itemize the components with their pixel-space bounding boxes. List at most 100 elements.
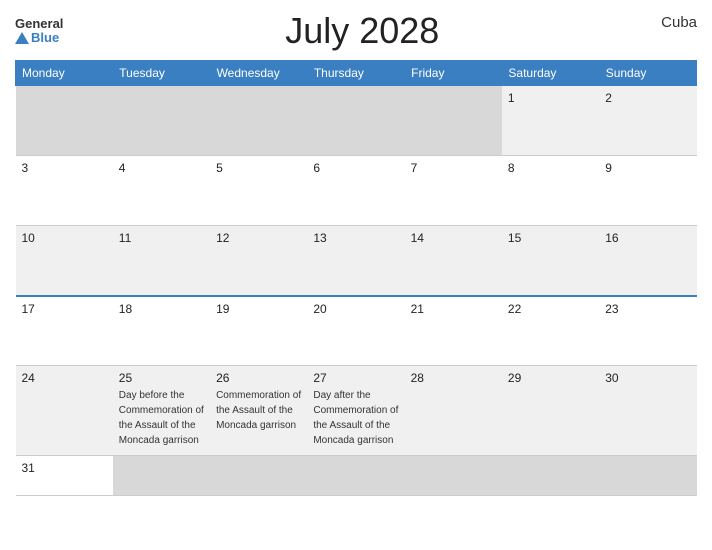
logo: General Blue bbox=[15, 17, 63, 46]
event-text: Day after the Commemoration of the Assau… bbox=[313, 390, 398, 446]
header-wednesday: Wednesday bbox=[210, 61, 307, 86]
header-saturday: Saturday bbox=[502, 61, 599, 86]
day-number: 3 bbox=[22, 161, 107, 175]
day-cell bbox=[113, 456, 210, 496]
day-cell-12: 12 bbox=[210, 226, 307, 296]
day-cell-27: 27 Day after the Commemoration of the As… bbox=[307, 366, 404, 456]
day-number: 28 bbox=[411, 371, 496, 385]
day-cell-11: 11 bbox=[113, 226, 210, 296]
day-cell-1: 1 bbox=[502, 86, 599, 156]
header-monday: Monday bbox=[16, 61, 113, 86]
day-cell-19: 19 bbox=[210, 296, 307, 366]
logo-triangle-icon bbox=[15, 32, 29, 44]
day-number: 29 bbox=[508, 371, 593, 385]
week-row-4: 17 18 19 20 21 22 23 bbox=[16, 296, 697, 366]
day-number: 31 bbox=[22, 461, 107, 475]
event-text: Commemoration of the Assault of the Monc… bbox=[216, 390, 301, 431]
day-cell bbox=[405, 456, 502, 496]
day-cell bbox=[405, 86, 502, 156]
week-row-5: 24 25 Day before the Commemoration of th… bbox=[16, 366, 697, 456]
day-number: 22 bbox=[508, 302, 593, 316]
day-cell-26: 26 Commemoration of the Assault of the M… bbox=[210, 366, 307, 456]
day-number: 9 bbox=[605, 161, 690, 175]
day-number: 8 bbox=[508, 161, 593, 175]
day-cell-20: 20 bbox=[307, 296, 404, 366]
day-cell bbox=[210, 86, 307, 156]
week-row-2: 3 4 5 6 7 8 9 bbox=[16, 156, 697, 226]
day-number: 13 bbox=[313, 231, 398, 245]
event-text: Day before the Commemoration of the Assa… bbox=[119, 390, 204, 446]
day-number: 2 bbox=[605, 91, 690, 105]
day-number: 26 bbox=[216, 371, 301, 385]
week-row-3: 10 11 12 13 14 15 16 bbox=[16, 226, 697, 296]
day-cell bbox=[307, 456, 404, 496]
day-number: 30 bbox=[605, 371, 690, 385]
day-cell-13: 13 bbox=[307, 226, 404, 296]
day-cell bbox=[16, 86, 113, 156]
calendar-body: 1 2 3 4 5 6 7 8 9 10 11 12 13 14 15 16 bbox=[16, 86, 697, 496]
day-cell-8: 8 bbox=[502, 156, 599, 226]
day-cell-25: 25 Day before the Commemoration of the A… bbox=[113, 366, 210, 456]
day-cell-30: 30 bbox=[599, 366, 696, 456]
day-cell-14: 14 bbox=[405, 226, 502, 296]
day-cell-15: 15 bbox=[502, 226, 599, 296]
logo-blue-text: Blue bbox=[15, 31, 59, 45]
day-number: 5 bbox=[216, 161, 301, 175]
day-cell-28: 28 bbox=[405, 366, 502, 456]
day-number: 27 bbox=[313, 371, 398, 385]
day-number: 12 bbox=[216, 231, 301, 245]
weekday-header-row: Monday Tuesday Wednesday Thursday Friday… bbox=[16, 61, 697, 86]
day-number: 10 bbox=[22, 231, 107, 245]
day-cell-9: 9 bbox=[599, 156, 696, 226]
day-cell-31: 31 bbox=[16, 456, 113, 496]
day-number: 14 bbox=[411, 231, 496, 245]
day-number: 23 bbox=[605, 302, 690, 316]
week-row-1: 1 2 bbox=[16, 86, 697, 156]
day-number: 15 bbox=[508, 231, 593, 245]
day-number: 17 bbox=[22, 302, 107, 316]
day-number: 25 bbox=[119, 371, 204, 385]
day-cell-29: 29 bbox=[502, 366, 599, 456]
week-row-6: 31 bbox=[16, 456, 697, 496]
day-cell-18: 18 bbox=[113, 296, 210, 366]
day-cell-6: 6 bbox=[307, 156, 404, 226]
day-number: 18 bbox=[119, 302, 204, 316]
day-number: 16 bbox=[605, 231, 690, 245]
day-cell-5: 5 bbox=[210, 156, 307, 226]
day-number: 20 bbox=[313, 302, 398, 316]
month-title: July 2028 bbox=[63, 10, 661, 52]
page: General Blue July 2028 Cuba Monday Tuesd… bbox=[0, 0, 712, 550]
day-number: 1 bbox=[508, 91, 593, 105]
day-cell bbox=[113, 86, 210, 156]
header-tuesday: Tuesday bbox=[113, 61, 210, 86]
day-number: 7 bbox=[411, 161, 496, 175]
day-cell-21: 21 bbox=[405, 296, 502, 366]
day-cell-10: 10 bbox=[16, 226, 113, 296]
header: General Blue July 2028 Cuba bbox=[15, 10, 697, 52]
day-number: 19 bbox=[216, 302, 301, 316]
day-cell-2: 2 bbox=[599, 86, 696, 156]
day-cell-22: 22 bbox=[502, 296, 599, 366]
day-cell-7: 7 bbox=[405, 156, 502, 226]
day-cell-4: 4 bbox=[113, 156, 210, 226]
day-number: 6 bbox=[313, 161, 398, 175]
day-number: 4 bbox=[119, 161, 204, 175]
day-cell bbox=[599, 456, 696, 496]
day-cell-24: 24 bbox=[16, 366, 113, 456]
day-cell-23: 23 bbox=[599, 296, 696, 366]
header-friday: Friday bbox=[405, 61, 502, 86]
day-cell bbox=[502, 456, 599, 496]
country-label: Cuba bbox=[661, 14, 697, 31]
day-number: 11 bbox=[119, 231, 204, 245]
calendar: Monday Tuesday Wednesday Thursday Friday… bbox=[15, 60, 697, 496]
header-thursday: Thursday bbox=[307, 61, 404, 86]
day-cell-3: 3 bbox=[16, 156, 113, 226]
day-cell-16: 16 bbox=[599, 226, 696, 296]
calendar-header: Monday Tuesday Wednesday Thursday Friday… bbox=[16, 61, 697, 86]
day-number: 21 bbox=[411, 302, 496, 316]
day-number: 24 bbox=[22, 371, 107, 385]
day-cell bbox=[210, 456, 307, 496]
day-cell-17: 17 bbox=[16, 296, 113, 366]
logo-general-text: General bbox=[15, 17, 63, 31]
header-sunday: Sunday bbox=[599, 61, 696, 86]
